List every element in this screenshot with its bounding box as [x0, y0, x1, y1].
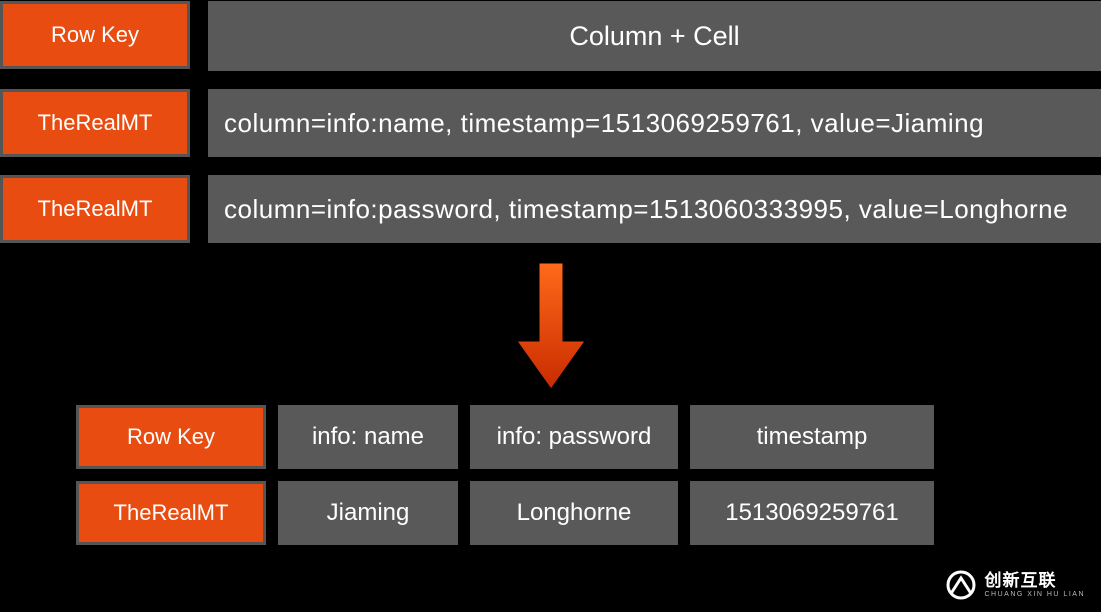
result-data-row: TheRealMT Jiaming Longhorne 151306925976…: [76, 481, 1101, 545]
result-header-row: Row Key info: name info: password timest…: [76, 405, 1101, 469]
result-col3-value: 1513069259761: [690, 481, 934, 545]
rowkey-value-2: TheRealMT: [0, 175, 190, 243]
arrow-down-icon: [511, 261, 591, 391]
cell-value-2: column=info:password, timestamp=15130603…: [208, 175, 1101, 243]
logo-text: 创新互联 CHUANG XIN HU LIAN: [984, 572, 1085, 598]
source-data-row-2: TheRealMT column=info:password, timestam…: [0, 175, 1101, 243]
logo-icon: [946, 570, 976, 600]
brand-logo: 创新互联 CHUANG XIN HU LIAN: [946, 570, 1085, 600]
rowkey-value-1: TheRealMT: [0, 89, 190, 157]
source-header-row: Row Key Column + Cell: [0, 1, 1101, 71]
cell-value-1: column=info:name, timestamp=151306925976…: [208, 89, 1101, 157]
result-col1-value: Jiaming: [278, 481, 458, 545]
result-col2-value: Longhorne: [470, 481, 678, 545]
result-rowkey-header: Row Key: [76, 405, 266, 469]
result-col1-header: info: name: [278, 405, 458, 469]
source-data-row-1: TheRealMT column=info:name, timestamp=15…: [0, 89, 1101, 157]
rowkey-header: Row Key: [0, 1, 190, 69]
result-rowkey-value: TheRealMT: [76, 481, 266, 545]
transform-arrow: [0, 261, 1101, 391]
logo-pinyin: CHUANG XIN HU LIAN: [984, 591, 1085, 598]
source-table: Row Key Column + Cell TheRealMT column=i…: [0, 0, 1101, 243]
result-table: Row Key info: name info: password timest…: [0, 405, 1101, 545]
columncell-header: Column + Cell: [208, 1, 1101, 71]
result-col2-header: info: password: [470, 405, 678, 469]
result-col3-header: timestamp: [690, 405, 934, 469]
logo-chinese: 创新互联: [984, 572, 1085, 589]
